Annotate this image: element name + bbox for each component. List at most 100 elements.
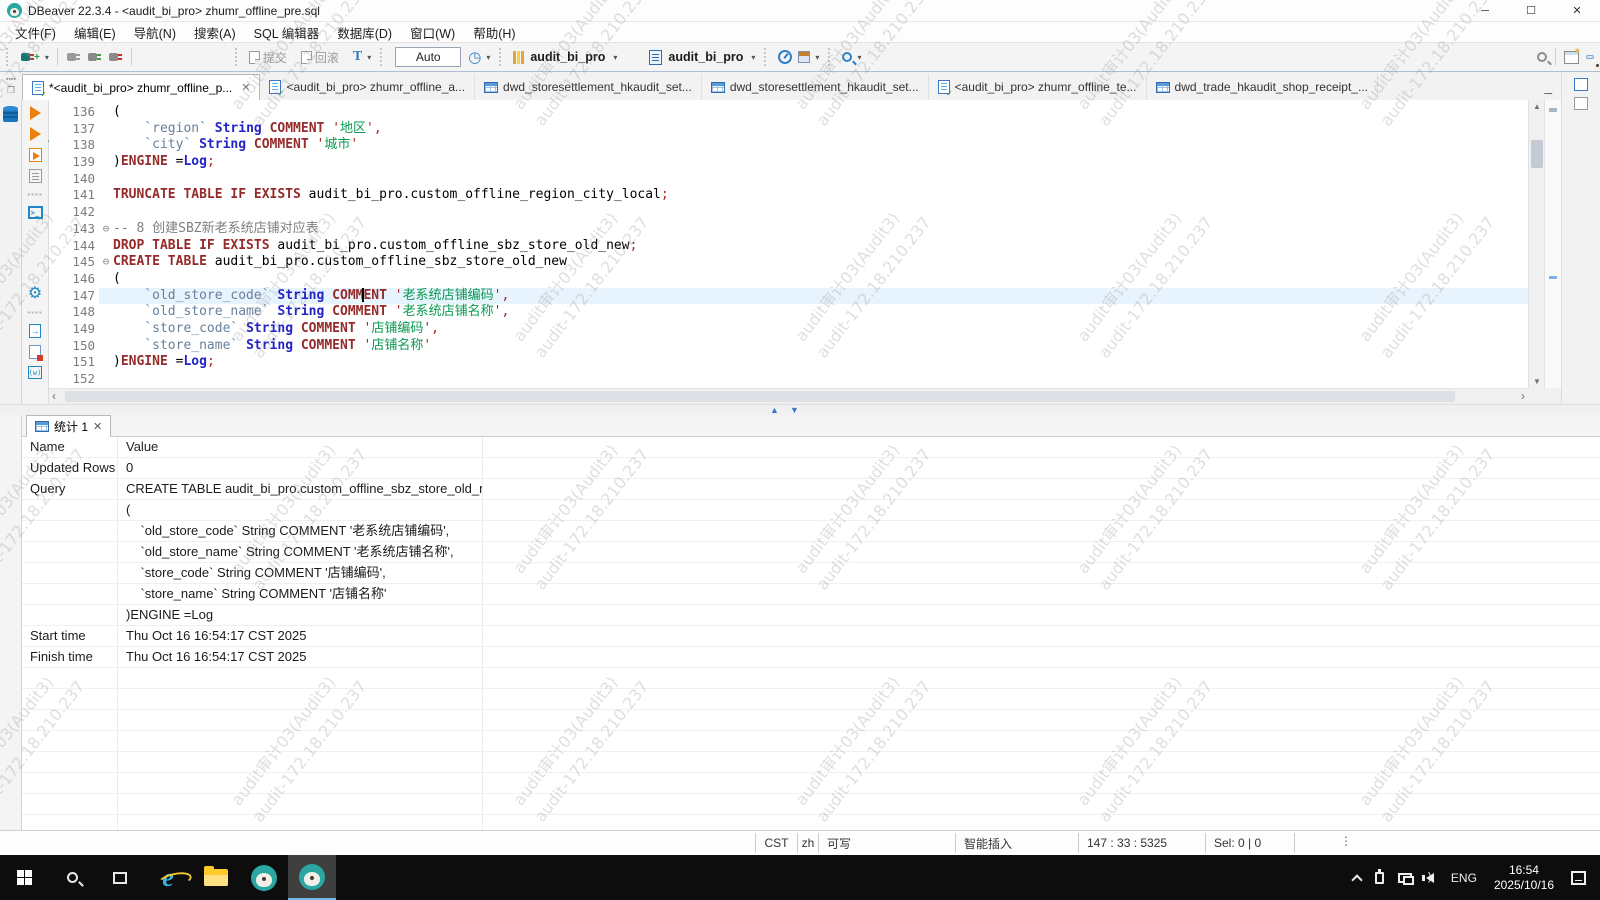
minimized-outline-strip[interactable] (1561, 72, 1600, 404)
status-selection[interactable]: Sel: 0 | 0 (1205, 833, 1295, 853)
menu-item-a[interactable]: 搜索(A) (185, 21, 245, 44)
status-language[interactable]: zh (797, 833, 818, 853)
rollback-button[interactable]: 回滚 (298, 47, 342, 68)
word-wrap-button[interactable]: (w) (28, 366, 42, 379)
new-connection-button[interactable]: +▾ (17, 49, 52, 65)
editor-tab[interactable]: dwd_trade_hkaudit_shop_receipt_... (1147, 74, 1378, 100)
scrollbar-thumb[interactable] (65, 391, 1455, 402)
fold-marker-icon[interactable]: ⊖ (99, 254, 113, 271)
editor-horizontal-scrollbar[interactable]: ‹ › (49, 388, 1528, 404)
menu-item-d[interactable]: 数据库(D) (328, 21, 401, 44)
usb-tray-button[interactable] (1368, 855, 1391, 900)
code-line[interactable]: 152 (49, 371, 1528, 388)
grid-row[interactable]: Start timeThu Oct 16 16:54:17 CST 2025 (22, 626, 1600, 647)
settings-gear-icon[interactable]: ⚙ (28, 287, 42, 301)
code-line[interactable]: 148 `old_store_name` String COMMENT '老系统… (49, 304, 1528, 321)
editor-tab[interactable]: dwd_storesettlement_hkaudit_set... (702, 74, 929, 100)
taskbar-clock[interactable]: 16:54 2025/10/16 (1484, 863, 1564, 893)
editor-results-splitter[interactable]: ▲ ▼ (0, 404, 1600, 415)
editor-vertical-scrollbar[interactable]: ▲ ▼ (1528, 100, 1544, 388)
action-center-button[interactable] (1564, 855, 1600, 900)
menu-item-h[interactable]: 帮助(H) (464, 21, 524, 44)
menu-item-sql[interactable]: SQL 编辑器 (245, 21, 329, 44)
transaction-history-button[interactable]: ◷▾ (465, 46, 493, 68)
menu-item-f[interactable]: 文件(F) (6, 21, 65, 44)
editor-tab[interactable]: *<audit_bi_pro> zhumr_offline_p...✕ (22, 74, 260, 100)
statistics-grid[interactable]: NameValueUpdated Rows0QueryCREATE TABLE … (22, 437, 1600, 830)
minimized-view-icon[interactable] (1574, 78, 1588, 91)
editor-tab[interactable]: dwd_storesettlement_hkaudit_set... (475, 74, 702, 100)
code-line[interactable]: 149 `store_code` String COMMENT '店铺编码', (49, 321, 1528, 338)
status-writable[interactable]: 可写 (818, 833, 955, 853)
chevron-down-icon[interactable]: ▾ (751, 53, 755, 62)
code-line[interactable]: 147 `old_store_code` String COMMENT '老系统… (49, 288, 1528, 305)
editor-tab[interactable]: <audit_bi_pro> zhumr_offline_a... (260, 74, 475, 100)
fold-marker-icon[interactable]: ⊖ (99, 221, 113, 238)
tray-expand-button[interactable] (1346, 855, 1368, 900)
code-line[interactable]: 139)ENGINE =Log; (49, 154, 1528, 171)
quick-access-search-button[interactable] (1534, 50, 1550, 64)
volume-tray-button[interactable] (1419, 855, 1444, 900)
code-line[interactable]: 141TRUNCATE TABLE IF EXISTS audit_bi_pro… (49, 187, 1528, 204)
status-insert-mode[interactable]: 智能插入 (955, 833, 1078, 853)
code-line[interactable]: 143⊖-- 8 创建SBZ新老系统店铺对应表 (49, 221, 1528, 238)
grid-row[interactable]: Finish timeThu Oct 16 16:54:17 CST 2025 (22, 647, 1600, 668)
network-tray-button[interactable] (1391, 855, 1419, 900)
validate-script-button[interactable] (29, 345, 41, 359)
sql-code-editor[interactable]: 136(137 `region` String COMMENT '地区',138… (49, 100, 1528, 388)
commit-type-button[interactable]: ▾ (795, 49, 822, 65)
close-icon[interactable]: ✕ (93, 420, 102, 433)
menu-item-n[interactable]: 导航(N) (125, 21, 185, 44)
chevron-down-icon[interactable]: ▾ (486, 53, 490, 62)
grid-row[interactable]: )ENGINE =Log (22, 605, 1600, 626)
export-data-button[interactable]: → (29, 324, 41, 338)
database-navigator-icon[interactable] (3, 108, 18, 122)
code-line[interactable]: 140 (49, 171, 1528, 188)
dbeaver-taskbar-button-active[interactable] (288, 855, 336, 900)
reconnect-button[interactable] (84, 49, 105, 65)
scroll-left-icon[interactable]: ‹ (52, 389, 56, 404)
grid-row[interactable]: `store_code` String COMMENT '店铺编码', (22, 563, 1600, 584)
minimize-editor-icon[interactable]: ─ (1544, 88, 1552, 100)
grid-row[interactable]: QueryCREATE TABLE audit_bi_pro.custom_of… (22, 479, 1600, 500)
column-header-value[interactable]: Value (118, 437, 483, 457)
dashboard-button[interactable] (775, 48, 795, 66)
chevron-down-icon[interactable]: ▾ (367, 53, 371, 62)
disconnect-button[interactable] (105, 49, 126, 65)
explain-plan-button[interactable] (29, 169, 42, 183)
grid-row[interactable]: `old_store_name` String COMMENT '老系统店铺名称… (22, 542, 1600, 563)
internet-explorer-button[interactable]: e (144, 855, 192, 900)
editor-tab[interactable]: <audit_bi_pro> zhumr_offline_te... (929, 74, 1147, 100)
close-icon[interactable]: ✕ (241, 81, 250, 94)
scroll-up-icon[interactable]: ▲ (1529, 100, 1545, 113)
code-line[interactable]: 137 `region` String COMMENT '地区', (49, 121, 1528, 138)
status-timezone[interactable]: CST (755, 833, 797, 853)
tab-statistics[interactable]: 统计 1 ✕ (26, 415, 111, 437)
status-overflow-icon[interactable]: ⋮ (1340, 834, 1352, 848)
code-line[interactable]: 150 `store_name` String COMMENT '店铺名称' (49, 338, 1528, 355)
execute-statement-button[interactable] (30, 106, 41, 120)
start-button[interactable] (0, 855, 48, 900)
search-button[interactable]: ▾ (839, 50, 864, 64)
transaction-log-button[interactable]: T▾ (350, 47, 374, 67)
minimized-view-icon[interactable] (1574, 97, 1588, 110)
minimized-toolbar-handle[interactable]: ▪▪▪▪❐ (0, 72, 22, 100)
chevron-down-icon[interactable]: ▾ (857, 53, 861, 62)
task-view-button[interactable] (96, 855, 144, 900)
code-line[interactable]: 136( (49, 104, 1528, 121)
code-line[interactable]: 144DROP TABLE IF EXISTS audit_bi_pro.cus… (49, 238, 1528, 255)
close-window-icon[interactable]: ✕ (1554, 0, 1600, 22)
file-explorer-button[interactable] (192, 855, 240, 900)
chevron-down-icon[interactable]: ▾ (815, 53, 819, 62)
connection-selector[interactable]: audit_bi_pro▾ (510, 48, 620, 66)
chevron-down-icon[interactable]: ▾ (45, 53, 49, 62)
commit-mode-select[interactable]: Auto (395, 47, 461, 67)
scrollbar-thumb[interactable] (1531, 140, 1543, 168)
grid-row[interactable]: `store_name` String COMMENT '店铺名称' (22, 584, 1600, 605)
schema-selector[interactable]: audit_bi_pro▾ (646, 48, 758, 67)
grid-row[interactable]: `old_store_code` String COMMENT '老系统店铺编码… (22, 521, 1600, 542)
open-perspective-button[interactable] (1561, 49, 1582, 66)
execute-in-new-tab-button[interactable] (30, 127, 41, 141)
dbeaver-perspective-button[interactable] (1586, 55, 1594, 59)
code-line[interactable]: 138 `city` String COMMENT '城市' (49, 137, 1528, 154)
